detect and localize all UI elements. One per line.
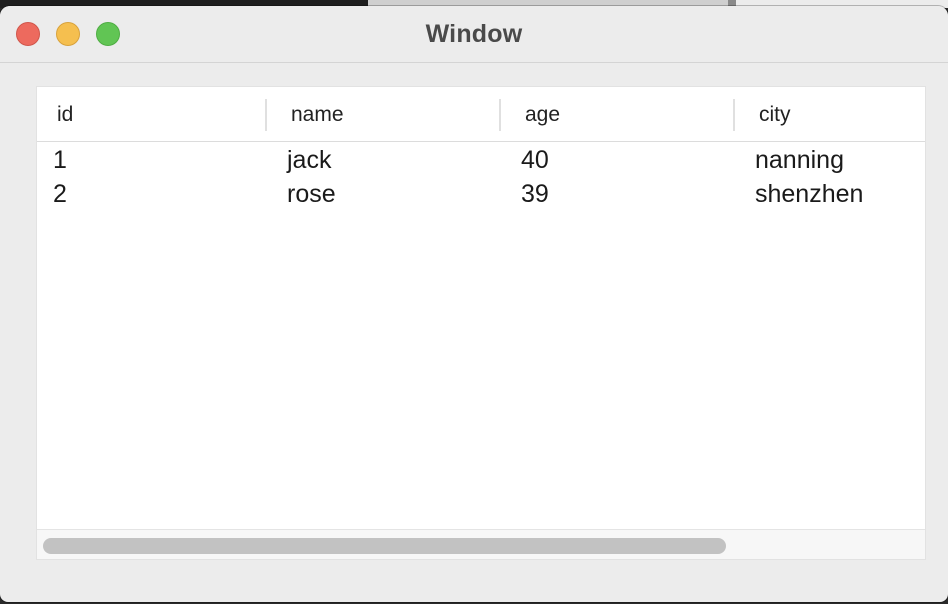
horizontal-scrollbar[interactable]: [37, 529, 925, 559]
table-row[interactable]: 2 rose 39 shenzhen: [37, 177, 925, 211]
column-header-city[interactable]: city: [759, 87, 791, 141]
column-divider[interactable]: [499, 99, 501, 131]
column-header-id[interactable]: id: [57, 87, 73, 141]
column-divider[interactable]: [733, 99, 735, 131]
table-cell-name: jack: [287, 146, 332, 174]
scrollbar-thumb[interactable]: [43, 538, 726, 554]
table-cell-age: 39: [521, 180, 549, 208]
title-bar[interactable]: Window: [0, 6, 948, 63]
column-divider[interactable]: [265, 99, 267, 131]
table-cell-name: rose: [287, 180, 336, 208]
table-row[interactable]: 1 jack 40 nanning: [37, 143, 925, 177]
table-cell-city: nanning: [755, 146, 844, 174]
table-cell-id: 2: [53, 180, 67, 208]
table-cell-age: 40: [521, 146, 549, 174]
column-header-age[interactable]: age: [525, 87, 560, 141]
window-title: Window: [425, 20, 523, 48]
column-header-name[interactable]: name: [291, 87, 344, 141]
app-window: Window id name age city 1 jack 40 nannin…: [0, 6, 948, 602]
table-header: id name age city: [37, 87, 925, 142]
table-cell-id: 1: [53, 146, 67, 174]
table-cell-city: shenzhen: [755, 180, 864, 208]
data-table[interactable]: id name age city 1 jack 40 nanning 2 ros…: [36, 86, 926, 560]
table-body: 1 jack 40 nanning 2 rose 39 shenzhen: [37, 143, 925, 211]
